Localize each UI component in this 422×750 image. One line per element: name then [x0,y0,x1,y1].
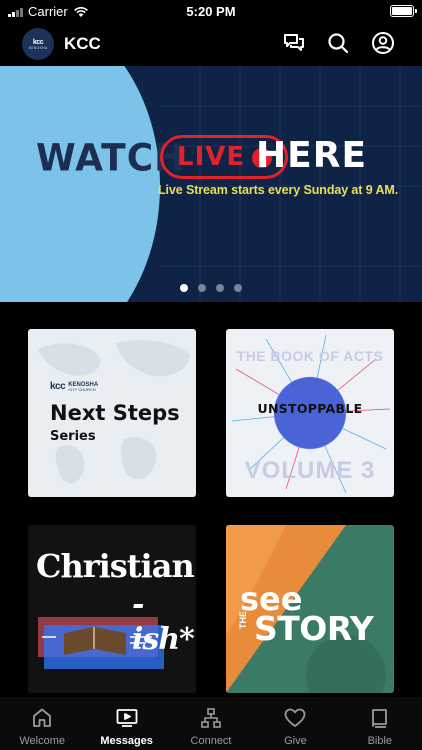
tab-label: Give [284,735,307,747]
app-title: KCC [64,34,101,53]
tab-bar: Welcome Messages Connect Give Bible [0,697,422,750]
series-title: UNSTOPPABLE [257,401,363,416]
series-logo-tag: CITY CHURCH [68,386,96,392]
tab-welcome[interactable]: Welcome [0,697,84,750]
hero-subtitle: Live Stream starts every Sunday at 9 AM. [158,183,399,197]
logo-mark: kcc [32,38,44,46]
tab-label: Bible [367,735,393,747]
carousel-dot[interactable] [198,284,206,292]
series-bottom-text: VOLUME 3 [244,457,376,484]
series-logo-mark: kcc [50,381,66,392]
chat-icon[interactable] [282,31,306,55]
tab-label: Welcome [19,735,66,747]
home-icon [33,708,52,727]
series-card-see-the-story[interactable]: see THE STORY [226,525,394,693]
series-subtitle: Series [50,429,96,444]
hero-here: HERE [256,135,368,176]
carousel-dot[interactable] [180,284,188,292]
tab-label: Messages [100,735,153,747]
status-time: 5:20 PM [186,4,236,19]
carousel-dots [0,284,422,292]
church-logo[interactable]: kcc KENOSHA [22,28,54,60]
app-header: kcc KENOSHA KCC [0,22,422,66]
hero-banner[interactable]: WATCH LIVE HERE Live Stream starts every… [0,66,422,302]
series-suffix: -ish* [132,587,195,657]
tab-bible[interactable]: Bible [338,697,422,750]
book-icon [371,709,387,728]
status-bar: Carrier 5:20 PM [0,0,422,22]
profile-icon[interactable] [371,31,395,55]
series-title: Next Steps [50,401,180,425]
network-icon [201,708,221,728]
carousel-dot[interactable] [234,284,242,292]
series-card-next-steps[interactable]: kcc KENOSHA CITY CHURCH Next Steps Serie… [28,329,196,497]
series-card-unstoppable[interactable]: THE BOOK OF ACTS UNSTOPPABLE VOLUME 3 [226,329,394,497]
battery-icon [390,5,417,17]
hero-live: LIVE [177,142,246,172]
tab-label: Connect [190,735,232,747]
tab-messages[interactable]: Messages [84,697,168,750]
hero-headline: WATCH LIVE [36,135,288,181]
series-the: THE [238,611,248,629]
series-top-text: THE BOOK OF ACTS [236,348,384,364]
series-line2: STORY [254,609,374,648]
logo-sub: KENOSHA [28,45,48,50]
heart-icon [285,708,306,727]
carousel-dot[interactable] [216,284,224,292]
tv-icon [116,709,138,727]
series-card-christianish[interactable]: Christian -ish* [28,525,196,693]
series-title: Christian [36,547,195,585]
search-icon[interactable] [326,31,350,55]
tab-give[interactable]: Give [253,697,337,750]
series-logo: kcc KENOSHA CITY CHURCH [50,381,98,392]
tab-connect[interactable]: Connect [169,697,253,750]
